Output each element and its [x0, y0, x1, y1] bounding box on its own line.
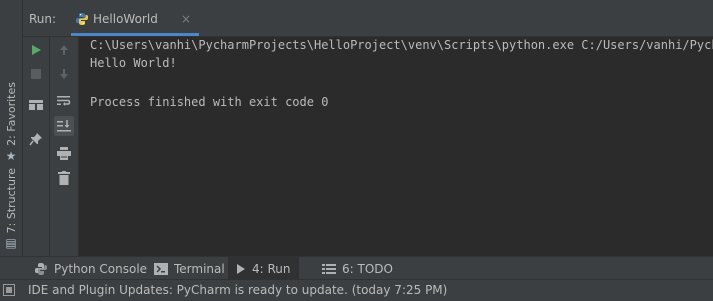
structure-icon: ▤ — [5, 236, 17, 251]
arrow-down-icon — [60, 69, 68, 79]
print-button[interactable] — [54, 143, 74, 163]
console-output[interactable]: C:\Users\vanhi\PycharmProjects\HelloProj… — [79, 37, 713, 256]
python-console-icon — [35, 262, 47, 275]
previous-occurrence-button[interactable] — [54, 40, 74, 60]
stop-button[interactable] — [26, 64, 46, 84]
pin-icon — [29, 133, 42, 146]
run-tool-label: 4: Run — [252, 261, 291, 276]
play-icon — [32, 45, 41, 55]
run-tab-helloworld[interactable]: HelloWorld × — [71, 6, 199, 36]
star-icon: ★ — [5, 148, 17, 163]
soft-wrap-button[interactable] — [54, 91, 74, 111]
structure-tab[interactable]: 7: Structure ▤ — [0, 168, 22, 249]
run-tool-tab[interactable]: 4: Run — [228, 257, 299, 280]
tool-window-toggle-icon[interactable] — [3, 284, 15, 296]
todo-icon — [322, 263, 336, 274]
run-panel-header: Run: HelloWorld × — [23, 0, 713, 37]
clear-all-button[interactable] — [54, 168, 74, 188]
console-line-exit: Process finished with exit code 0 — [90, 95, 329, 109]
rerun-button[interactable] — [26, 40, 46, 60]
run-tab-title: HelloWorld — [93, 12, 158, 26]
status-message[interactable]: IDE and Plugin Updates: PyCharm is ready… — [28, 283, 447, 297]
close-icon[interactable]: × — [181, 12, 191, 26]
trash-icon — [58, 171, 70, 185]
pin-tab-button[interactable] — [26, 129, 46, 149]
tool-window-bar: Python Console Terminal 4: Run 6: TODO — [0, 256, 713, 280]
console-line-output: Hello World! — [90, 56, 177, 70]
arrow-up-icon — [60, 45, 68, 55]
todo-label: 6: TODO — [342, 261, 393, 276]
run-label: Run: — [29, 12, 57, 26]
soft-wrap-icon — [57, 96, 71, 106]
console-line-command: C:\Users\vanhi\PycharmProjects\HelloProj… — [90, 38, 713, 52]
stop-icon — [31, 69, 41, 79]
layout-icon — [29, 100, 43, 110]
terminal-icon — [154, 262, 168, 275]
terminal-label: Terminal — [174, 261, 225, 276]
run-toolbar-primary — [23, 37, 50, 256]
run-toolbar-secondary — [50, 37, 79, 256]
status-bar: IDE and Plugin Updates: PyCharm is ready… — [0, 279, 713, 301]
favorites-label: 2: Favorites — [4, 82, 18, 146]
todo-tab[interactable]: 6: TODO — [316, 257, 399, 280]
favorites-tab[interactable]: 2: Favorites ★ — [0, 82, 22, 162]
left-tool-strip: 2: Favorites ★ 7: Structure ▤ — [0, 0, 23, 256]
run-icon — [237, 263, 245, 274]
python-icon — [76, 13, 88, 25]
terminal-tab[interactable]: Terminal — [148, 257, 231, 280]
next-occurrence-button[interactable] — [54, 64, 74, 84]
scroll-to-end-button[interactable] — [54, 116, 74, 136]
python-console-label: Python Console — [54, 261, 148, 276]
printer-icon — [57, 146, 71, 160]
scroll-to-end-icon — [57, 120, 71, 132]
active-tab-indicator — [71, 33, 199, 36]
restore-layout-button[interactable] — [26, 95, 46, 115]
python-console-tab[interactable]: Python Console — [28, 257, 153, 280]
structure-label: 7: Structure — [4, 168, 18, 234]
